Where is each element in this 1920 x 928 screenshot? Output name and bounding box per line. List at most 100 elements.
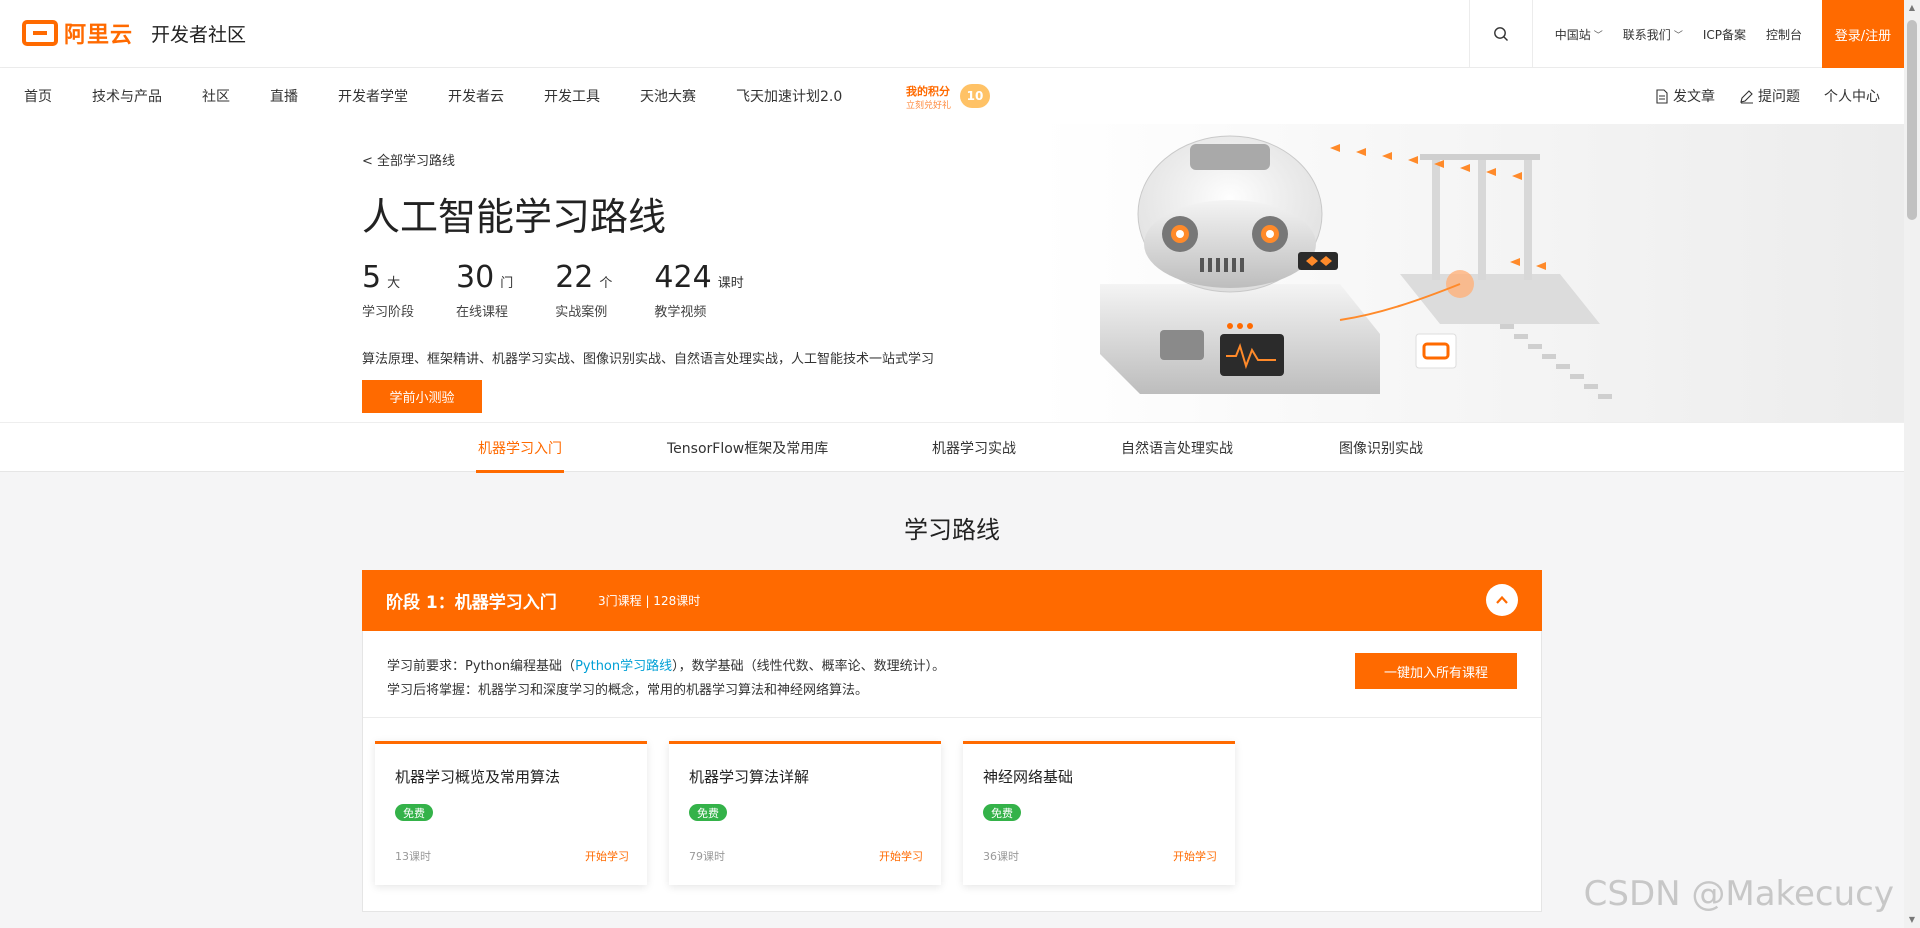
- points-banner[interactable]: 我的积分 立刻兑好礼 10: [902, 81, 992, 113]
- ask-question-button[interactable]: 提问题: [1739, 86, 1800, 106]
- nav-item-dev-tools[interactable]: 开发工具: [544, 86, 600, 106]
- scroll-thumb[interactable]: [1907, 20, 1917, 220]
- nav-item-academy[interactable]: 开发者学堂: [338, 86, 408, 106]
- icp-link[interactable]: ICP备案: [1693, 0, 1756, 68]
- stat-number: 30: [456, 260, 495, 295]
- aliyun-logo[interactable]: 阿里云 开发者社区: [22, 17, 246, 49]
- site-name: 开发者社区: [151, 23, 247, 46]
- python-path-link[interactable]: Python学习路线: [575, 659, 672, 674]
- login-register-button[interactable]: 登录/注册: [1822, 0, 1904, 68]
- free-tag: 免费: [983, 804, 1021, 821]
- watermark: CSDN @Makecucy: [1583, 874, 1894, 914]
- stage-tabs: 机器学习入门 TensorFlow框架及常用库 机器学习实战 自然语言处理实战 …: [0, 422, 1904, 473]
- course-card[interactable]: 机器学习算法详解 免费 79课时 开始学习: [669, 741, 941, 885]
- nav-item-tech-products[interactable]: 技术与产品: [92, 86, 162, 106]
- header-right: 中国站 ﹀ 联系我们 ﹀ ICP备案 控制台 登录/注册: [1468, 0, 1904, 68]
- collapse-button[interactable]: [1486, 584, 1518, 616]
- start-learning-link[interactable]: 开始学习: [879, 848, 923, 864]
- write-article-button[interactable]: 发文章: [1655, 86, 1715, 106]
- stat-label: 实战案例: [555, 305, 608, 320]
- free-tag: 免费: [395, 804, 433, 821]
- nav-item-dev-cloud[interactable]: 开发者云: [448, 86, 504, 106]
- course-hours: 36课时: [983, 850, 1019, 863]
- stage-panel: 阶段 1：机器学习入门 3门课程 | 128课时 学习前要求：Python编程基…: [362, 570, 1542, 912]
- stat-label: 在线课程: [456, 305, 509, 320]
- chevron-down-icon: ﹀: [1673, 30, 1683, 41]
- main-nav: 首页 技术与产品 社区 直播 开发者学堂 开发者云 开发工具 天池大赛 飞天加速…: [0, 68, 1904, 124]
- divider: [363, 717, 1541, 718]
- chevron-down-icon: ﹀: [1593, 30, 1603, 41]
- search-icon: [1493, 27, 1508, 41]
- search-button[interactable]: [1468, 0, 1533, 68]
- pencil-icon: [1740, 89, 1753, 103]
- tab-ml-intro[interactable]: 机器学习入门: [476, 423, 564, 473]
- top-header: 阿里云 开发者社区 中国站 ﹀ 联系我们 ﹀ ICP备案 控制台 登录/注册: [0, 0, 1904, 68]
- nav-item-feitian[interactable]: 飞天加速计划2.0: [736, 86, 842, 106]
- stage-header[interactable]: 阶段 1：机器学习入门 3门课程 | 128课时: [362, 570, 1542, 631]
- ask-question-label: 提问题: [1758, 89, 1800, 105]
- chevron-up-icon: [1496, 595, 1508, 604]
- stat-cases: 22 个 实战案例: [555, 260, 612, 320]
- contact-label: 联系我们: [1622, 27, 1671, 42]
- document-edit-icon: [1656, 88, 1668, 104]
- aliyun-logo-icon: [22, 20, 58, 46]
- nav-item-community[interactable]: 社区: [202, 86, 230, 106]
- points-value-badge: 10: [960, 84, 990, 108]
- icp-label: ICP备案: [1702, 27, 1746, 42]
- stat-label: 学习阶段: [362, 305, 415, 320]
- start-learning-link[interactable]: 开始学习: [1173, 848, 1217, 864]
- hero-description: 算法原理、框架精讲、机器学习实战、图像识别实战、自然语言处理实战，人工智能技术一…: [362, 352, 935, 367]
- stat-number: 424: [654, 260, 712, 295]
- tab-nlp-practice[interactable]: 自然语言处理实战: [1121, 423, 1233, 473]
- course-card[interactable]: 机器学习概览及常用算法 免费 13课时 开始学习: [375, 741, 647, 885]
- scroll-down-arrow-icon[interactable]: ▼: [1904, 912, 1920, 928]
- join-all-courses-button[interactable]: 一键加入所有课程: [1355, 653, 1517, 689]
- profile-link[interactable]: 个人中心: [1824, 86, 1880, 106]
- hero-stats: 5 大 学习阶段 30 门 在线课程 22 个 实战案例 424 课时 教学视频: [362, 260, 786, 320]
- stat-number: 22: [555, 260, 594, 295]
- pre-quiz-button[interactable]: 学前小测验: [362, 380, 482, 413]
- tab-ml-practice[interactable]: 机器学习实战: [932, 423, 1016, 473]
- nav-item-live[interactable]: 直播: [270, 86, 298, 106]
- section-title: 学习路线: [904, 516, 1000, 544]
- stat-stages: 5 大 学习阶段: [362, 260, 414, 320]
- write-article-label: 发文章: [1673, 89, 1715, 105]
- region-selector[interactable]: 中国站 ﹀: [1533, 0, 1613, 68]
- profile-label: 个人中心: [1824, 89, 1880, 105]
- course-title: 神经网络基础: [983, 768, 1074, 786]
- course-hours: 13课时: [395, 850, 431, 863]
- robot-illustration: [1040, 124, 1904, 422]
- tab-tensorflow[interactable]: TensorFlow框架及常用库: [667, 423, 828, 473]
- points-subtitle: 立刻兑好礼: [906, 101, 952, 111]
- course-title: 机器学习概览及常用算法: [395, 768, 561, 786]
- stage-meta: 3门课程 | 128课时: [598, 594, 701, 608]
- nav-item-home[interactable]: 首页: [24, 86, 52, 106]
- console-link[interactable]: 控制台: [1756, 0, 1812, 68]
- page-scrollbar[interactable]: ▲ ▼: [1904, 0, 1920, 928]
- stat-label: 教学视频: [654, 305, 707, 320]
- stat-unit: 门: [500, 276, 514, 291]
- nav-item-tianchi[interactable]: 天池大赛: [640, 86, 696, 106]
- stat-unit: 大: [387, 276, 401, 291]
- stage-requirements: 学习前要求：Python编程基础（Python学习路线），数学基础（线性代数、概…: [387, 655, 945, 703]
- page-title: 人工智能学习路线: [362, 195, 667, 239]
- prerequisite-text: 学习前要求：Python编程基础（Python学习路线），数学基础（线性代数、概…: [387, 655, 945, 679]
- nav-right: 发文章 提问题 个人中心: [1631, 68, 1880, 124]
- console-label: 控制台: [1765, 27, 1802, 42]
- course-title: 机器学习算法详解: [689, 768, 810, 786]
- region-label: 中国站: [1554, 27, 1591, 42]
- course-card[interactable]: 神经网络基础 免费 36课时 开始学习: [963, 741, 1235, 885]
- hero-banner: < 全部学习路线 人工智能学习路线 5 大 学习阶段 30 门 在线课程 22 …: [0, 124, 1904, 422]
- scroll-up-arrow-icon[interactable]: ▲: [1904, 0, 1920, 16]
- tab-image-recognition[interactable]: 图像识别实战: [1339, 423, 1423, 473]
- stat-unit: 课时: [717, 276, 744, 291]
- stat-unit: 个: [599, 276, 613, 291]
- all-paths-link[interactable]: < 全部学习路线: [362, 150, 455, 169]
- stat-number: 5: [362, 260, 382, 295]
- start-learning-link[interactable]: 开始学习: [585, 848, 629, 864]
- prereq-prefix: 学习前要求：Python编程基础（: [387, 659, 576, 674]
- points-title: 我的积分: [906, 85, 950, 98]
- contact-menu[interactable]: 联系我们 ﹀: [1613, 0, 1693, 68]
- prereq-suffix: ），数学基础（线性代数、概率论、数理统计）。: [672, 659, 946, 674]
- logo-brand-text: 阿里云: [64, 23, 134, 48]
